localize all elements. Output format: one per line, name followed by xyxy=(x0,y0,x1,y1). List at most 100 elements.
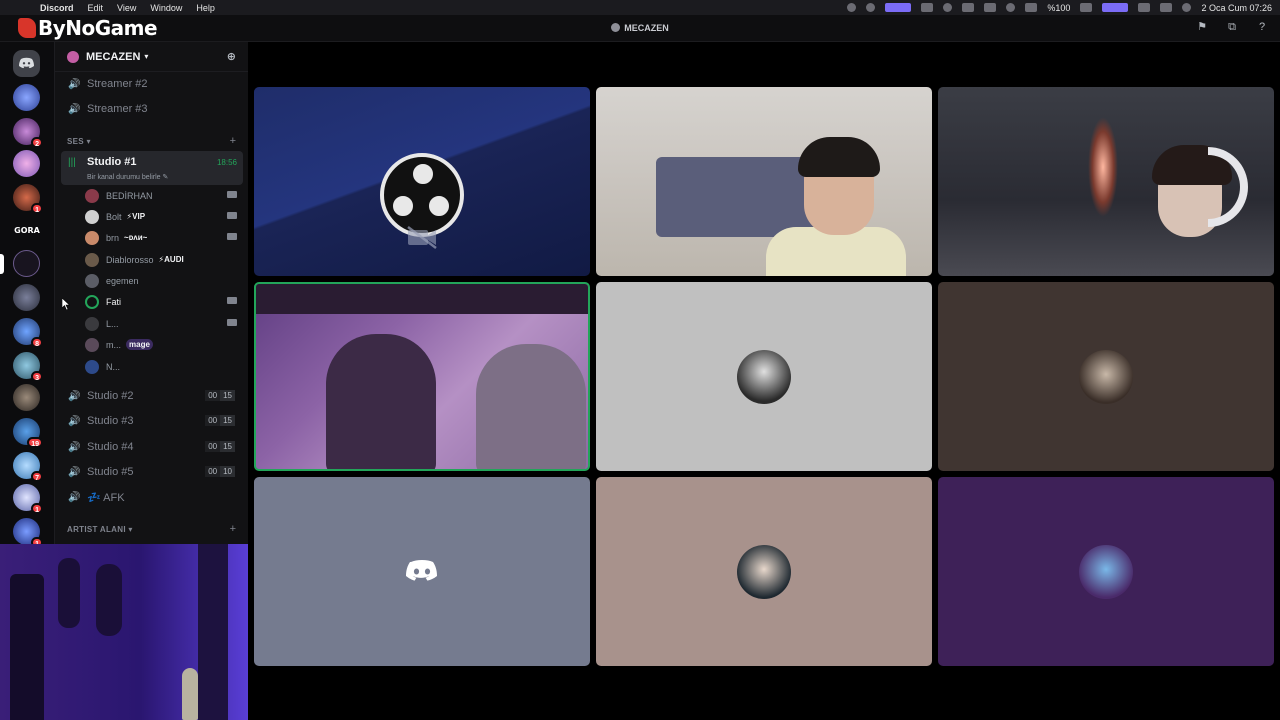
avatar xyxy=(737,349,791,404)
keyboard-icon[interactable] xyxy=(984,3,997,12)
channel-name: Studio #1 xyxy=(87,156,137,168)
server-icon-13[interactable]: 1 xyxy=(13,518,43,548)
control-center-icon[interactable] xyxy=(1160,3,1173,12)
record-icon[interactable] xyxy=(943,3,953,12)
server-icon-3[interactable] xyxy=(13,150,40,177)
camera-icon xyxy=(227,319,237,326)
channel-afk[interactable]: 🔊 💤 AFK xyxy=(61,486,243,508)
menu-edit[interactable]: Edit xyxy=(88,3,104,13)
user-name: brn xyxy=(106,232,120,243)
voice-user[interactable]: L... xyxy=(85,313,243,334)
lens-icon[interactable] xyxy=(866,3,876,12)
user-tag: ⚡VIP xyxy=(126,212,146,221)
user-limit-badge: 00 15 xyxy=(205,415,235,426)
server-icon-9[interactable] xyxy=(13,384,40,411)
video-tile-camera[interactable] xyxy=(596,87,932,276)
server-icon-8[interactable]: 3 xyxy=(13,352,43,382)
camera-icon xyxy=(227,212,237,219)
menu-help[interactable]: Help xyxy=(196,3,215,13)
status-dot-icon[interactable] xyxy=(847,3,857,12)
person-shape xyxy=(476,344,586,469)
speaker-icon: 🔊 xyxy=(68,390,81,402)
voice-user-speaking[interactable]: Fati xyxy=(85,291,243,312)
voice-user[interactable]: BEDİRHAN xyxy=(85,185,243,206)
menu-clock[interactable]: 2 Oca Cum 07:26 xyxy=(1201,3,1272,13)
server-icon-12[interactable]: 1 xyxy=(13,484,43,514)
user-count: 00 xyxy=(205,441,221,452)
channel-streamer-2[interactable]: 🔊 Streamer #2 xyxy=(61,73,243,95)
channel-studio-3[interactable]: 🔊 Studio #3 00 15 xyxy=(61,410,243,432)
wall-shape xyxy=(256,284,588,314)
server-icon-11[interactable]: 7 xyxy=(13,452,43,482)
voice-user[interactable]: N... xyxy=(85,356,243,377)
channel-studio-2[interactable]: 🔊 Studio #2 00 15 xyxy=(61,385,243,407)
badge-count: 1 xyxy=(31,203,43,214)
user-name: Bolt xyxy=(106,211,122,222)
server-icon-2[interactable]: 2 xyxy=(13,118,43,148)
badge-count: 7 xyxy=(31,471,43,482)
voice-user[interactable]: Diablorosso ⚡AUDI xyxy=(85,249,243,270)
server-icon-1[interactable] xyxy=(13,84,40,111)
server-icon-6[interactable] xyxy=(13,284,40,311)
channel-name: Studio #2 xyxy=(87,390,134,402)
video-tile-avatar[interactable] xyxy=(596,282,932,471)
user-limit: 15 xyxy=(220,415,235,426)
server-icon-10[interactable]: 19 xyxy=(13,418,43,448)
help-icon[interactable]: ? xyxy=(1256,21,1268,33)
add-channel-icon[interactable]: + xyxy=(230,523,236,535)
grid-icon[interactable] xyxy=(921,3,934,12)
mouse-cursor-icon xyxy=(62,298,70,310)
avatar xyxy=(1079,349,1133,404)
siri-icon[interactable] xyxy=(1182,3,1192,12)
macos-menu-bar: Discord Edit View Window Help %100 2 Oca… xyxy=(0,0,1280,15)
menu-view[interactable]: View xyxy=(117,3,136,13)
voice-user[interactable]: egemen xyxy=(85,270,243,291)
server-gora[interactable]: GORA xyxy=(11,226,43,235)
discord-home-icon[interactable] xyxy=(13,50,40,77)
avatar xyxy=(85,252,99,267)
channel-status-prompt[interactable]: Bir kanal durumu belirle ✎ xyxy=(87,173,168,181)
category-artist-alani[interactable]: ARTIST ALANI ▾ xyxy=(67,525,133,534)
video-tile-obs[interactable] xyxy=(254,87,590,276)
add-channel-icon[interactable]: + xyxy=(230,135,236,147)
screen-recording-icon[interactable] xyxy=(885,3,912,12)
guild-header[interactable]: MECAZEN ▾ ⊕ xyxy=(55,42,248,72)
voice-user[interactable]: Bolt ⚡VIP xyxy=(85,206,243,227)
video-tile-camera[interactable] xyxy=(938,87,1274,276)
voice-user[interactable]: m... mage xyxy=(85,334,243,355)
voice-user[interactable]: brn ~ᴅʌᴎ~ xyxy=(85,227,243,248)
channel-name: Studio #3 xyxy=(87,415,134,427)
video-tile-avatar[interactable] xyxy=(596,477,932,666)
category-ses[interactable]: SES ▾ xyxy=(67,137,91,146)
user-name: egemen xyxy=(106,275,139,286)
stage-manager-icon[interactable] xyxy=(1102,3,1129,12)
status-text: Bir kanal durumu belirle xyxy=(87,174,161,181)
battery-icon[interactable] xyxy=(1080,3,1093,12)
menu-window[interactable]: Window xyxy=(150,3,182,13)
spotlight-icon[interactable] xyxy=(1006,3,1016,12)
notification-icon[interactable] xyxy=(1138,3,1151,12)
server-mecazen[interactable] xyxy=(13,250,40,277)
video-tile-avatar[interactable] xyxy=(938,282,1274,471)
menu-app-name[interactable]: Discord xyxy=(40,3,74,13)
channel-studio-4[interactable]: 🔊 Studio #4 00 15 xyxy=(61,436,243,458)
discord-logo-icon xyxy=(406,559,437,581)
channel-studio-1-active[interactable]: ||| Studio #1 18:56 Bir kanal durumu bel… xyxy=(61,151,243,185)
star-icon[interactable] xyxy=(962,3,975,12)
camera-off-icon xyxy=(407,226,437,249)
video-tile-avatar[interactable] xyxy=(938,477,1274,666)
server-icon-4[interactable]: 1 xyxy=(13,184,43,214)
badge-count: 3 xyxy=(31,371,43,382)
chair-shape xyxy=(10,574,44,720)
add-user-icon[interactable]: ⊕ xyxy=(227,50,236,63)
channel-streamer-3[interactable]: 🔊 Streamer #3 xyxy=(61,98,243,120)
video-tile-discord-default[interactable] xyxy=(254,477,590,666)
flag-icon[interactable]: ⚑ xyxy=(1196,21,1208,33)
speaker-icon: 🔊 xyxy=(68,103,81,115)
server-icon-7[interactable]: 8 xyxy=(13,318,43,348)
controls-icon[interactable] xyxy=(1025,3,1038,12)
channel-studio-5[interactable]: 🔊 Studio #5 00 10 xyxy=(61,461,243,483)
user-tag: mage xyxy=(126,339,153,350)
video-tile-camera-speaking[interactable] xyxy=(254,282,590,471)
popout-icon[interactable]: ⧉ xyxy=(1226,21,1238,33)
